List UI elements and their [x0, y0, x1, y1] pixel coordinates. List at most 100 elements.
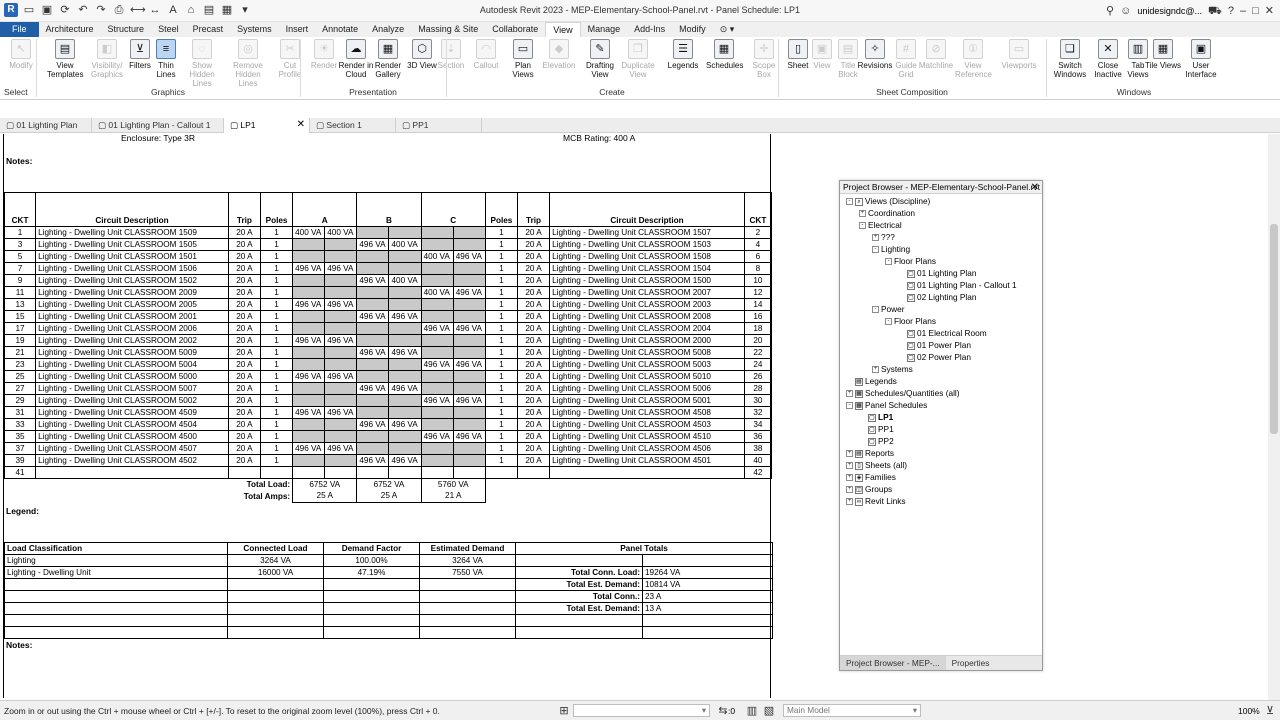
tree-item-families[interactable]: + ◈ Families	[846, 472, 896, 483]
tree-item-01-lighting-plan[interactable]: ▢ 01 Lighting Plan	[898, 268, 977, 279]
ribbon-tab-analyze[interactable]: Analyze	[365, 22, 411, 37]
drafting-view-button[interactable]: ✎ Drafting View	[582, 39, 618, 79]
view-templates-button[interactable]: ▤ View Templates	[47, 39, 83, 79]
ribbon-group-sheet-composition[interactable]: Sheet Composition	[778, 87, 1046, 97]
tree-item-floor-plans[interactable]: - Floor Plans	[885, 256, 936, 267]
collapse-icon[interactable]: -	[846, 402, 853, 409]
expand-icon[interactable]: +	[872, 234, 879, 241]
tree-item-02-lighting-plan[interactable]: ▢ 02 Lighting Plan	[898, 292, 977, 303]
tree-item-reports[interactable]: + ▤ Reports	[846, 448, 894, 459]
minimize-icon[interactable]: –	[1240, 4, 1246, 18]
expand-icon[interactable]: +	[846, 486, 853, 493]
vertical-scrollbar[interactable]	[1268, 134, 1280, 700]
ribbon-tab-insert[interactable]: Insert	[279, 22, 316, 37]
view-tab-01-lighting-plan[interactable]: ▢ 01 Lighting Plan	[0, 118, 92, 133]
tree-item-sheets-all[interactable]: + ▯ Sheets (all)	[846, 460, 907, 471]
show-hidden-lines-button[interactable]: ◌ Show Hidden Lines	[184, 39, 220, 88]
filter-icon[interactable]: ⊻	[1263, 704, 1277, 718]
ribbon-group-windows[interactable]: Windows	[1046, 87, 1222, 97]
cart-icon[interactable]: ⛟	[1208, 4, 1222, 18]
cut-profile-button[interactable]: ✂ Cut Profile	[272, 39, 308, 79]
tree-item-systems[interactable]: + Systems	[872, 364, 913, 375]
expand-icon[interactable]: +	[846, 474, 853, 481]
tree-item-01-electrical-room[interactable]: ▢ 01 Electrical Room	[898, 328, 987, 339]
design-options-icon[interactable]: ▥	[745, 704, 759, 718]
ribbon-tab-architecture[interactable]: Architecture	[39, 22, 101, 37]
ribbon-group-create[interactable]: Create	[446, 87, 778, 97]
close-tab-icon[interactable]: ✕	[297, 118, 305, 132]
ribbon-options-icon[interactable]: ⊙ ▾	[713, 22, 742, 37]
plan-views-button[interactable]: ▭ Plan Views	[505, 39, 541, 79]
remove-hidden-lines-button[interactable]: ◎ Remove Hidden Lines	[230, 39, 266, 88]
ribbon-tab-steel[interactable]: Steel	[151, 22, 186, 37]
user-account[interactable]: unidesigndc@...	[1137, 6, 1202, 16]
user-interface-button[interactable]: ▣ User Interface	[1183, 39, 1219, 79]
tree-item-pp1[interactable]: ▢ PP1	[859, 424, 894, 435]
project-browser-tab[interactable]: Project Browser - MEP-...	[840, 656, 946, 670]
elevation-button[interactable]: ◆ Elevation	[541, 39, 577, 70]
expand-icon[interactable]: +	[846, 390, 853, 397]
scroll-thumb[interactable]	[1270, 224, 1278, 434]
expand-icon[interactable]: +	[859, 210, 866, 217]
tree-item-01-power-plan[interactable]: ▢ 01 Power Plan	[898, 340, 971, 351]
render-button[interactable]: ☀ Render	[306, 39, 342, 70]
matchline-button[interactable]: ⊘ Matchline	[918, 39, 954, 70]
binoculars-icon[interactable]: ⚲	[1106, 4, 1114, 18]
collapse-icon[interactable]: -	[846, 198, 853, 205]
collapse-icon[interactable]: -	[885, 318, 892, 325]
view-tab-01-lighting-plan-callout-1[interactable]: ▢ 01 Lighting Plan - Callout 1	[92, 118, 224, 133]
ribbon-tab-precast[interactable]: Precast	[186, 22, 231, 37]
ribbon-tab-file[interactable]: File	[0, 22, 39, 37]
ribbon-tab-annotate[interactable]: Annotate	[315, 22, 365, 37]
view-reference-button[interactable]: ① View Reference	[955, 39, 992, 79]
expand-icon[interactable]: +	[846, 498, 853, 505]
render-in-cloud-button[interactable]: ☁ Render in Cloud	[338, 39, 374, 79]
design-option-dropdown[interactable]: Main Model ▾	[783, 704, 921, 717]
tree-item-schedules-quantities-all[interactable]: + ▦ Schedules/Quantities (all)	[846, 388, 960, 399]
properties-tab[interactable]: Properties	[946, 656, 996, 670]
ribbon-tab-structure[interactable]: Structure	[101, 22, 152, 37]
view-tab-lp1[interactable]: ▢ LP1 ✕	[224, 118, 310, 133]
tree-item-panel-schedules[interactable]: - ▦ Panel Schedules	[846, 400, 927, 411]
render-gallery-button[interactable]: ▦ Render Gallery	[370, 39, 406, 79]
expand-icon[interactable]: +	[872, 366, 879, 373]
view-tab-pp1[interactable]: ▢ PP1	[396, 118, 482, 133]
tree-item-01-lighting-plan-callout-1[interactable]: ▢ 01 Lighting Plan - Callout 1	[898, 280, 1017, 291]
collapse-icon[interactable]: -	[872, 246, 879, 253]
ribbon-group-presentation[interactable]: Presentation	[300, 87, 446, 97]
ribbon-tab-view[interactable]: View	[545, 21, 581, 38]
section-button[interactable]: ⇣ Section	[433, 39, 469, 70]
tree-item-electrical[interactable]: - Electrical	[859, 220, 902, 231]
ribbon-tab-modify[interactable]: Modify	[672, 22, 713, 37]
duplicate-view-button[interactable]: ❐ Duplicate View	[620, 39, 656, 79]
user-icon[interactable]: ☺	[1120, 4, 1131, 18]
expand-icon[interactable]: +	[846, 462, 853, 469]
legends-button[interactable]: ☰ Legends	[665, 39, 701, 70]
tree-item-[interactable]: +???	[872, 232, 895, 243]
thin-lines-button[interactable]: ≡ Thin Lines	[148, 39, 184, 79]
workset-dropdown[interactable]: ▾	[573, 704, 710, 717]
callout-button[interactable]: ◠ Callout	[468, 39, 504, 70]
tree-item-views-discipline[interactable]: - ⌕ Views (Discipline)	[846, 196, 930, 207]
tree-item-groups[interactable]: + ◫ Groups	[846, 484, 892, 495]
view-tab-section-1[interactable]: ▢ Section 1	[310, 118, 396, 133]
scope-box-button[interactable]: ✛ Scope Box	[746, 39, 782, 79]
collapse-icon[interactable]: -	[885, 258, 892, 265]
ribbon-tab-collaborate[interactable]: Collaborate	[485, 22, 545, 37]
help-icon[interactable]: ?	[1228, 4, 1234, 18]
switch-windows-button[interactable]: ❏ Switch Windows	[1052, 39, 1088, 79]
ribbon-tab-manage[interactable]: Manage	[581, 22, 628, 37]
tree-item-revit-links[interactable]: + ∞ Revit Links	[846, 496, 906, 507]
ribbon-group-graphics[interactable]: Graphics	[36, 87, 300, 97]
tile-views-button[interactable]: ▦ Tile Views	[1145, 39, 1181, 70]
schedules-button[interactable]: ▦ Schedules	[706, 39, 743, 70]
ribbon-group-select[interactable]: Select	[4, 87, 36, 97]
drawing-area[interactable]: Enclosure: Type 3R MCB Rating: 400 A Not…	[0, 134, 1268, 700]
exclude-options-icon[interactable]: ▧	[762, 704, 776, 718]
expand-icon[interactable]: +	[846, 450, 853, 457]
collapse-icon[interactable]: -	[872, 306, 879, 313]
tree-item-02-power-plan[interactable]: ▢ 02 Power Plan	[898, 352, 971, 363]
tree-item-pp2[interactable]: ▢ PP2	[859, 436, 894, 447]
tree-item-power[interactable]: - Power	[872, 304, 905, 315]
close-icon[interactable]: ✕	[1031, 181, 1039, 194]
